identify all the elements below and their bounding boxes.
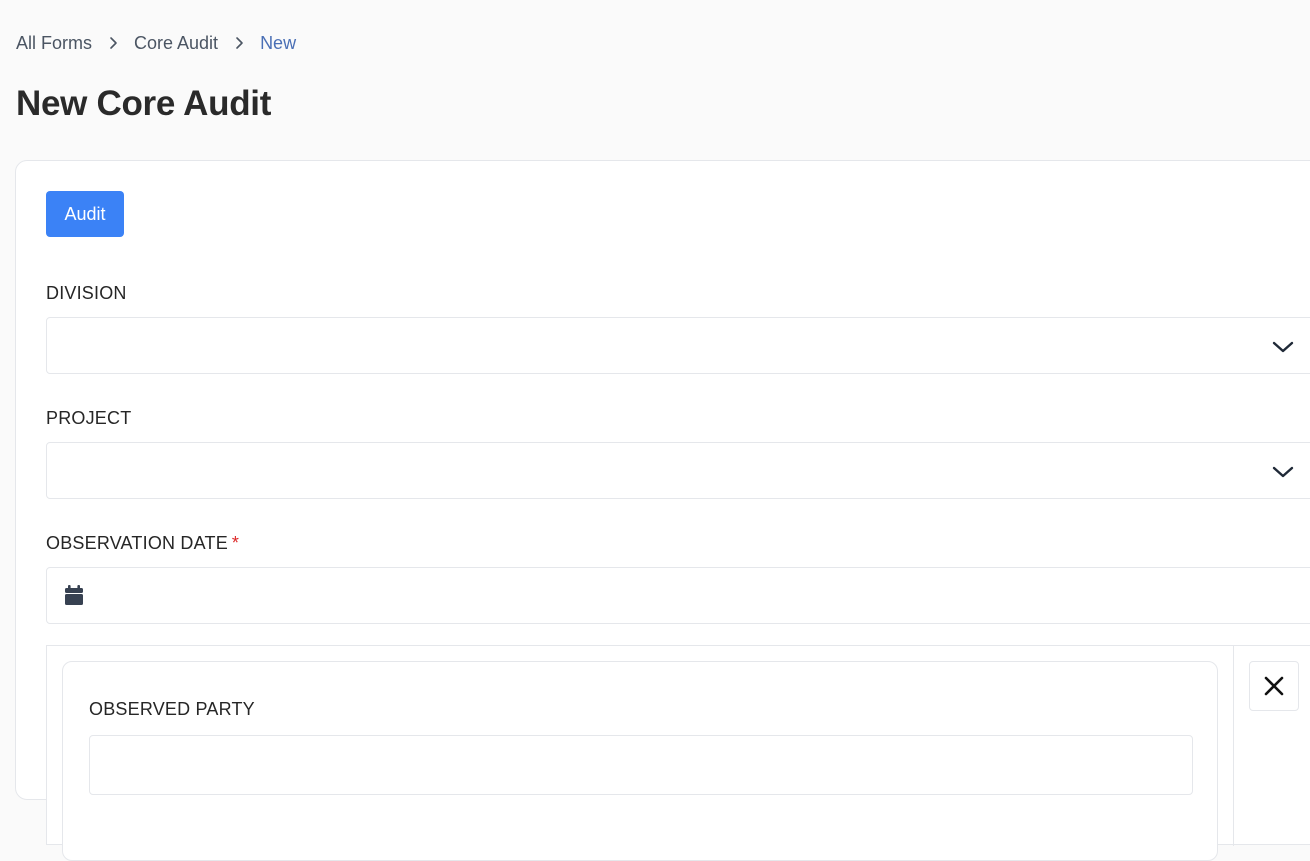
page-title: New Core Audit bbox=[16, 84, 272, 123]
breadcrumb-core-audit[interactable]: Core Audit bbox=[134, 33, 218, 54]
audit-section-button[interactable]: Audit bbox=[46, 191, 124, 237]
breadcrumb-new[interactable]: New bbox=[260, 33, 296, 54]
section-divider bbox=[1233, 646, 1234, 846]
observation-date-label-text: OBSERVATION DATE bbox=[46, 533, 228, 553]
form-card: Audit DIVISION PROJECT OBSERVATION DATE *… bbox=[15, 160, 1310, 861]
observation-repeat-section: OBSERVED PARTY bbox=[46, 645, 1310, 861]
observation-entry-card: OBSERVED PARTY bbox=[62, 661, 1218, 861]
observed-party-input[interactable] bbox=[89, 735, 1193, 795]
observation-date-label: OBSERVATION DATE * bbox=[46, 533, 239, 554]
calendar-icon bbox=[64, 584, 84, 606]
breadcrumb-all-forms[interactable]: All Forms bbox=[16, 33, 92, 54]
chevron-down-icon bbox=[1271, 460, 1295, 484]
project-label: PROJECT bbox=[46, 408, 132, 428]
chevron-right-icon bbox=[218, 32, 260, 54]
observed-party-label: OBSERVED PARTY bbox=[89, 699, 255, 719]
division-label: DIVISION bbox=[46, 283, 127, 303]
chevron-down-icon bbox=[1271, 335, 1295, 359]
division-select[interactable] bbox=[46, 317, 1310, 374]
observation-date-input[interactable] bbox=[46, 567, 1310, 624]
breadcrumb: All Forms Core Audit New bbox=[16, 32, 296, 54]
required-marker: * bbox=[231, 533, 240, 553]
close-icon bbox=[1263, 675, 1285, 697]
remove-entry-button[interactable] bbox=[1249, 661, 1299, 711]
project-select[interactable] bbox=[46, 442, 1310, 499]
chevron-right-icon bbox=[92, 32, 134, 54]
